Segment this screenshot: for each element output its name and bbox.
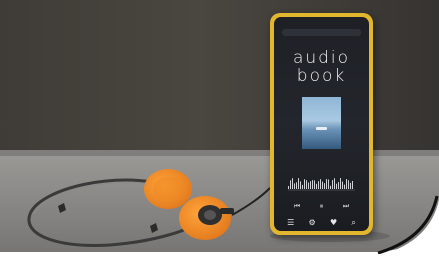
headphone-jack	[220, 208, 234, 214]
app-title-line2: book	[296, 66, 347, 86]
skip-back-icon[interactable]: ⏮	[294, 201, 300, 211]
skip-forward-icon[interactable]: ⏭	[343, 201, 349, 211]
waveform-bar	[350, 182, 351, 189]
waveform-bar	[306, 180, 307, 189]
waveform-bar	[300, 181, 301, 189]
waveform-bar	[338, 182, 339, 189]
background-photo	[0, 0, 439, 255]
heart-icon[interactable]: ♥	[330, 218, 337, 228]
waveform-bar	[292, 178, 293, 189]
waveform-bar	[302, 184, 303, 189]
status-bar	[282, 20, 361, 26]
waveform-bar	[334, 178, 335, 189]
waveform-bar	[330, 185, 331, 189]
smartphone: audio book ⏮ ⏸ ⏭ ☰ ⚙ ♥ ⌕	[270, 13, 373, 235]
waveform-bar	[340, 178, 341, 189]
waveform-bar	[316, 183, 317, 189]
waveform-bar	[352, 180, 353, 189]
waveform-bar	[342, 181, 343, 189]
waveform-bar	[336, 183, 337, 189]
waveform-bar	[304, 179, 305, 189]
waveform-bar	[326, 179, 327, 189]
table-edge-shadow	[0, 150, 439, 156]
audio-waveform	[288, 178, 355, 191]
waveform-bar	[312, 180, 313, 189]
track-title-bar	[282, 29, 361, 36]
menu-icon[interactable]: ☰	[287, 218, 294, 228]
settings-icon[interactable]: ⚙	[309, 218, 316, 228]
album-cover	[302, 97, 341, 149]
waveform-bar	[324, 183, 325, 189]
phone-screen: audio book ⏮ ⏸ ⏭ ☰ ⚙ ♥ ⌕	[274, 17, 369, 231]
bottom-nav: ☰ ⚙ ♥ ⌕	[280, 217, 363, 229]
waveform-bar	[294, 183, 295, 189]
waveform-bar	[348, 180, 349, 189]
waveform-bar	[322, 181, 323, 189]
playback-controls: ⏮ ⏸ ⏭	[284, 201, 359, 211]
boat-image	[316, 127, 327, 130]
waveform-bar	[308, 182, 309, 189]
waveform-bar	[290, 180, 291, 189]
waveform-bar	[332, 180, 333, 189]
waveform-bar	[328, 179, 329, 189]
waveform-bar	[318, 181, 319, 189]
waveform-bar	[310, 181, 311, 189]
app-title-line1: audio	[292, 48, 351, 68]
waveform-bar	[298, 178, 299, 189]
search-icon[interactable]: ⌕	[351, 218, 355, 228]
waveform-bar	[296, 182, 297, 189]
waveform-bar	[320, 179, 321, 189]
waveform-bar	[288, 186, 289, 189]
photo-scene: audio book ⏮ ⏸ ⏭ ☰ ⚙ ♥ ⌕	[0, 0, 439, 255]
pause-icon[interactable]: ⏸	[320, 201, 324, 211]
waveform-bar	[314, 180, 315, 189]
waveform-bar	[344, 184, 345, 189]
waveform-bar	[346, 179, 347, 189]
